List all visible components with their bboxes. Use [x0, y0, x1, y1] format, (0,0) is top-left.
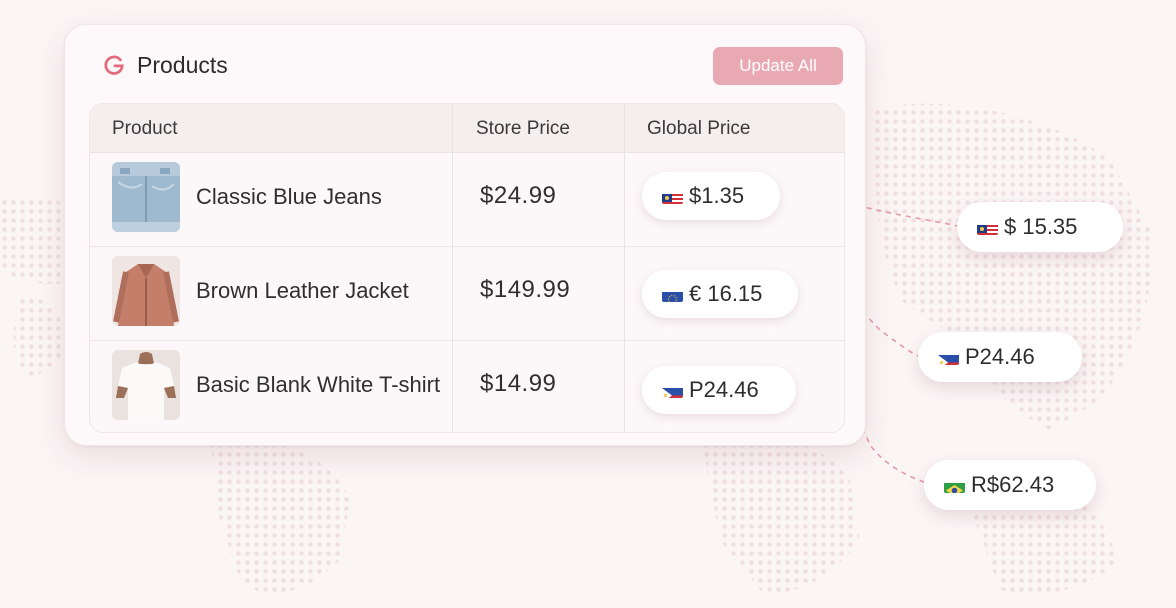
floating-price-pill[interactable]: R$62.43 [924, 460, 1096, 510]
malaysia-flag-icon [977, 220, 998, 235]
global-price-pill[interactable]: $1.35 [642, 172, 780, 220]
product-name: Classic Blue Jeans [196, 184, 382, 209]
global-price-pill[interactable]: € 16.15 [642, 270, 798, 318]
global-price-value: € 16.15 [689, 281, 763, 306]
column-header-global-price[interactable]: Global Price [647, 118, 751, 140]
global-price-value: P24.46 [689, 377, 759, 402]
products-table: Product Store Price Global Price Classic… [89, 103, 845, 433]
column-header-store-price[interactable]: Store Price [476, 118, 570, 140]
malaysia-flag-icon [662, 189, 683, 204]
floating-price-value: $ 15.35 [1004, 214, 1078, 239]
brazil-flag-icon [944, 478, 965, 493]
floating-price-pill[interactable]: P24.46 [918, 332, 1082, 382]
products-card: Products Update All Product Store Price … [64, 24, 866, 446]
philippines-flag-icon [938, 350, 959, 365]
update-all-button[interactable]: Update All [713, 47, 843, 85]
page-title: Products [137, 51, 228, 78]
product-image-tshirt[interactable] [112, 350, 180, 420]
floating-price-pill[interactable]: $ 15.35 [957, 202, 1123, 252]
table-row[interactable]: Brown Leather Jacket $149.99 € 16.15 [90, 246, 844, 341]
store-price: $149.99 [480, 276, 571, 303]
column-header-product[interactable]: Product [112, 118, 177, 140]
floating-price-value: P24.46 [965, 344, 1035, 369]
store-price: $24.99 [480, 182, 557, 209]
philippines-flag-icon [662, 383, 683, 398]
store-price: $14.99 [480, 370, 557, 397]
table-row[interactable]: Classic Blue Jeans $24.99 $1.35 [90, 152, 844, 247]
global-price-value: $1.35 [689, 183, 745, 208]
eu-flag-icon [662, 287, 683, 302]
card-header: Products [103, 47, 228, 83]
product-name: Basic Blank White T-shirt [196, 372, 441, 397]
floating-price-value: R$62.43 [971, 472, 1055, 497]
product-image-jeans[interactable] [112, 162, 180, 232]
table-row[interactable]: Basic Blank White T-shirt $14.99 P24.46 [90, 340, 844, 432]
product-image-jacket[interactable] [112, 256, 180, 326]
app-logo-icon [104, 55, 124, 75]
product-name: Brown Leather Jacket [196, 278, 409, 303]
global-price-pill[interactable]: P24.46 [642, 366, 796, 414]
table-header: Product Store Price Global Price [90, 104, 844, 153]
